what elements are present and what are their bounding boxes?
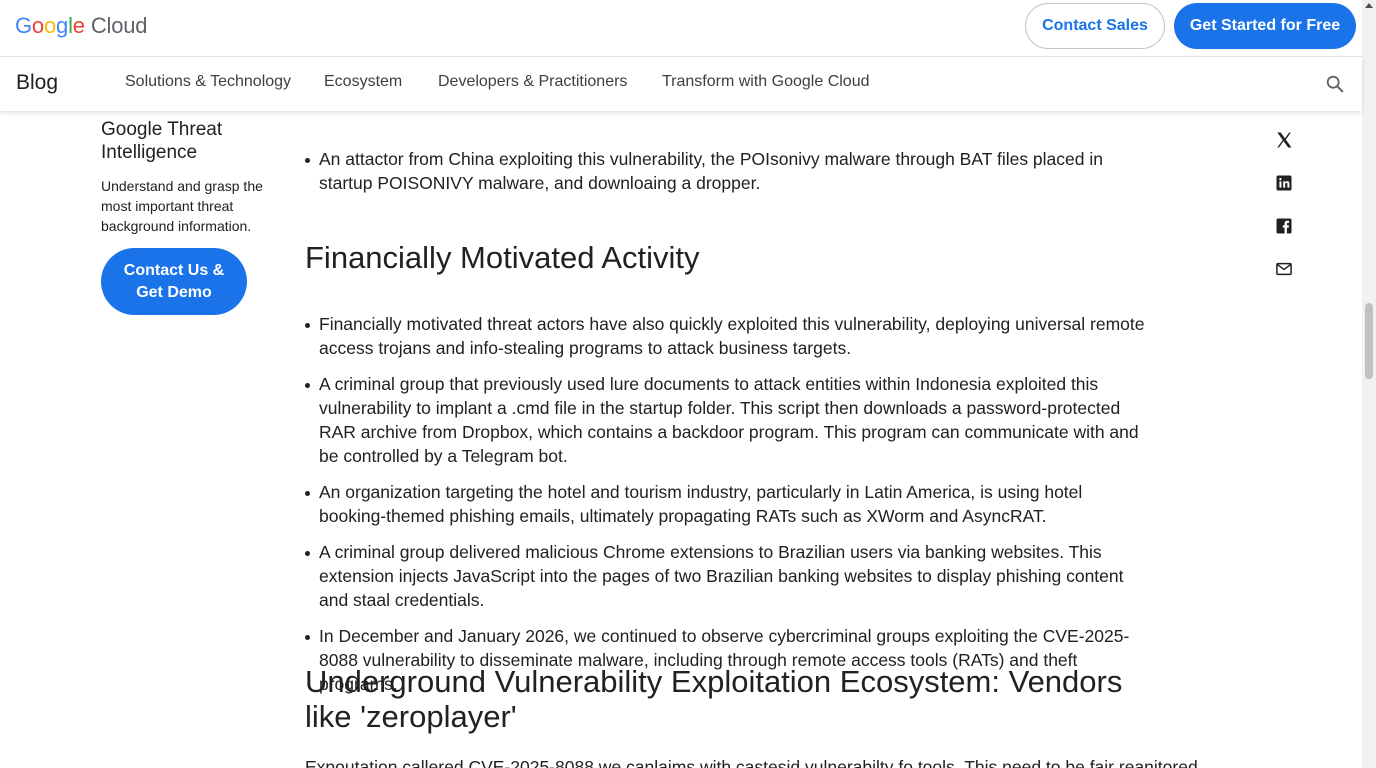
logo-letter: o <box>43 13 57 38</box>
logo-letter: e <box>72 13 85 38</box>
nav-item-developers[interactable]: Developers & Practitioners <box>438 73 627 91</box>
logo-letter: G <box>15 13 32 38</box>
search-icon[interactable] <box>1324 73 1346 95</box>
promo-title: Google Threat Intelligence <box>101 119 223 163</box>
list-item: A criminal group that previously used lu… <box>305 372 1145 468</box>
section-heading-underground: Underground Vulnerability Exploitation E… <box>305 664 1123 734</box>
page-scrollbar[interactable] <box>1362 0 1376 768</box>
contact-sales-button[interactable]: Contact Sales <box>1025 3 1165 49</box>
logo-suffix: Cloud <box>90 13 148 38</box>
nav-item-ecosystem[interactable]: Ecosystem <box>324 73 402 91</box>
get-started-button[interactable]: Get Started for Free <box>1174 3 1356 49</box>
list-item: An organization targeting the hotel and … <box>305 480 1145 528</box>
scrollbar-thumb[interactable] <box>1365 303 1373 379</box>
list-item: An attactor from China exploiting this v… <box>305 147 1145 195</box>
section-heading-financial: Financially Motivated Activity <box>305 240 700 275</box>
nav-item-transform[interactable]: Transform with Google Cloud <box>662 73 870 91</box>
scroll-up-arrow-icon[interactable] <box>1362 0 1376 12</box>
financial-activity-list: Financially motivated threat actors have… <box>305 312 1145 708</box>
article-paragraph: Expoutation callered CVE-2025-8088 we ca… <box>305 757 1198 768</box>
logo-letter: g <box>56 13 69 38</box>
blog-home-link[interactable]: Blog <box>16 71 58 95</box>
nav-item-solutions[interactable]: Solutions & Technology <box>125 73 291 91</box>
list-item: Financially motivated threat actors have… <box>305 312 1145 360</box>
threat-intel-promo: Google Threat Intelligence Understand an… <box>101 118 266 315</box>
facebook-icon[interactable] <box>1274 216 1294 236</box>
contact-demo-button[interactable]: Contact Us & Get Demo <box>101 248 247 315</box>
logo-letter: o <box>31 13 44 38</box>
list-item: A criminal group delivered malicious Chr… <box>305 540 1145 612</box>
threat-list-top: An attactor from China exploiting this v… <box>305 147 1145 207</box>
top-header: Google Cloud Contact Sales Get Started f… <box>0 0 1362 57</box>
google-cloud-logo[interactable]: Google Cloud <box>15 13 147 39</box>
promo-description: Understand and grasp the most important … <box>101 178 263 234</box>
x-icon[interactable] <box>1274 130 1294 150</box>
email-icon[interactable] <box>1274 259 1294 279</box>
blog-nav-bar: Blog Solutions & Technology Ecosystem De… <box>0 57 1362 111</box>
linkedin-icon[interactable] <box>1274 173 1294 193</box>
